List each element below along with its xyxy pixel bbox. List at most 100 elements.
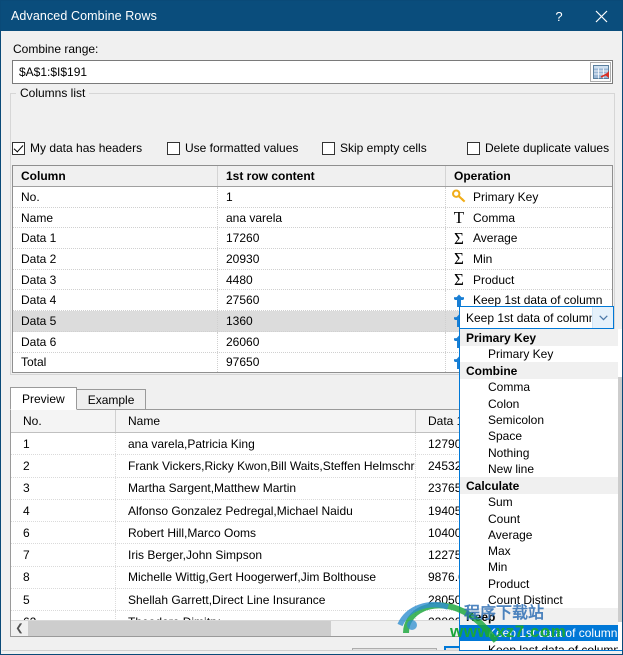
checkbox-skip-empty-cells[interactable]: Skip empty cells bbox=[322, 139, 427, 157]
tab-label: Example bbox=[87, 393, 135, 407]
dropdown-item-comma[interactable]: Comma bbox=[460, 379, 622, 395]
options-checkbox-row: My data has headers Use formatted values… bbox=[12, 139, 612, 159]
cell-column: Data 4 bbox=[13, 290, 218, 311]
close-button[interactable] bbox=[580, 1, 622, 31]
cell-operation[interactable]: Σ Product bbox=[446, 270, 612, 290]
cell-column: Data 1 bbox=[13, 228, 218, 249]
operation-dropdown-list[interactable]: Primary Key Primary Key Combine Comma Co… bbox=[459, 329, 622, 651]
checkbox-label: My data has headers bbox=[30, 141, 143, 155]
cell-first-row-content: 17260 bbox=[218, 228, 446, 249]
dropdown-item-count-distinct[interactable]: Count Distinct bbox=[460, 592, 622, 608]
dialog-window: Advanced Combine Rows ? Combine range: $… bbox=[0, 0, 623, 655]
help-icon: ? bbox=[555, 8, 563, 24]
preview-header-no[interactable]: No. bbox=[11, 410, 116, 432]
checkbox-box-icon bbox=[12, 141, 25, 155]
dropdown-item-product[interactable]: Product bbox=[460, 576, 622, 592]
preview-cell-name: Alfonso Gonzalez Pedregal,Michael Naidu bbox=[116, 499, 416, 522]
cell-first-row-content: ana varela bbox=[218, 207, 446, 228]
table-row[interactable]: No. 1 Primary Key bbox=[13, 187, 612, 208]
table-row[interactable]: Data 2 20930 Σ Min bbox=[13, 249, 612, 270]
dropdown-item-new-line[interactable]: New line bbox=[460, 461, 622, 477]
operation-label: Comma bbox=[473, 210, 516, 225]
sigma-icon: Σ bbox=[454, 270, 464, 290]
dropdown-item-min[interactable]: Min bbox=[460, 559, 622, 575]
chevron-left-icon[interactable]: ❮ bbox=[11, 621, 28, 636]
cell-operation[interactable]: T Comma bbox=[446, 208, 612, 228]
checkbox-delete-duplicate-values[interactable]: Delete duplicate values bbox=[467, 139, 609, 157]
dropdown-item-max[interactable]: Max bbox=[460, 543, 622, 559]
cell-operation[interactable]: Σ Min bbox=[446, 249, 612, 269]
dropdown-item-keep-1st-data-of-column[interactable]: Keep 1st data of column bbox=[460, 625, 622, 642]
operation-label: Average bbox=[473, 231, 518, 246]
cell-column: Name bbox=[13, 207, 218, 228]
cell-operation[interactable]: Σ Average bbox=[446, 228, 612, 248]
checkbox-label: Use formatted values bbox=[185, 141, 299, 155]
preview-cell-no: 1 bbox=[11, 433, 116, 455]
table-row[interactable]: Data 1 17260 Σ Average bbox=[13, 228, 612, 250]
table-row[interactable]: Name ana varela T Comma bbox=[13, 207, 612, 229]
dropdown-group-header: Keep bbox=[460, 608, 622, 626]
checkbox-box-icon bbox=[322, 141, 335, 155]
dropdown-item-nothing[interactable]: Nothing bbox=[460, 444, 622, 460]
preview-cell-no: 5 bbox=[11, 589, 116, 611]
tab-example[interactable]: Example bbox=[75, 389, 147, 410]
checkbox-box-icon bbox=[167, 141, 180, 155]
preview-cell-name: Frank Vickers,Ricky Kwon,Bill Waits,Stef… bbox=[116, 455, 416, 477]
combine-range-label: Combine range: bbox=[13, 42, 99, 56]
range-picker-button[interactable] bbox=[590, 62, 611, 82]
key-icon bbox=[449, 188, 469, 205]
dropdown-item-colon[interactable]: Colon bbox=[460, 396, 622, 412]
checkbox-label: Delete duplicate values bbox=[485, 141, 610, 155]
columns-grid-header: Column 1st row content Operation bbox=[13, 166, 612, 187]
preview-cell-no: 2 bbox=[11, 455, 116, 477]
preview-tabs: Preview Example bbox=[10, 387, 147, 410]
preview-cell-name: Michelle Wittig,Gert Hoogerwerf,Jim Bolt… bbox=[116, 566, 416, 589]
checkbox-my-data-has-headers[interactable]: My data has headers bbox=[12, 139, 142, 157]
dropdown-item-primary-key[interactable]: Primary Key bbox=[460, 346, 622, 362]
preview-cell-name: ana varela,Patricia King bbox=[116, 433, 416, 455]
window-title: Advanced Combine Rows bbox=[11, 9, 157, 23]
scrollbar-thumb[interactable] bbox=[28, 621, 331, 636]
range-picker-icon bbox=[592, 65, 609, 79]
preview-header-name[interactable]: Name bbox=[116, 410, 416, 432]
preview-cell-no: 6 bbox=[11, 522, 116, 544]
operation-combobox[interactable]: Keep 1st data of column bbox=[459, 306, 614, 329]
chevron-down-icon[interactable] bbox=[592, 307, 613, 328]
dropdown-item-sum[interactable]: Sum bbox=[460, 494, 622, 510]
dropdown-item-space[interactable]: Space bbox=[460, 428, 622, 444]
help-button[interactable]: ? bbox=[538, 1, 580, 31]
tab-preview[interactable]: Preview bbox=[10, 387, 77, 410]
dropdown-group-header: Primary Key bbox=[460, 329, 622, 346]
cell-column: Data 5 bbox=[13, 311, 218, 331]
grid-header-column[interactable]: Column bbox=[13, 166, 218, 186]
cell-column: Data 6 bbox=[13, 331, 218, 352]
text-t-icon: T bbox=[453, 208, 465, 228]
cell-column: Total bbox=[13, 352, 218, 372]
dropdown-group-header: Combine bbox=[460, 362, 622, 380]
checkbox-box-icon bbox=[467, 141, 480, 155]
sigma-icon: Σ bbox=[454, 228, 464, 248]
cell-operation[interactable]: Primary Key bbox=[446, 187, 612, 207]
close-icon bbox=[595, 10, 607, 22]
combine-range-field[interactable] bbox=[12, 60, 613, 84]
dropdown-item-keep-last-data-of-column[interactable]: Keep last data of column bbox=[460, 641, 622, 650]
checkbox-use-formatted-values[interactable]: Use formatted values bbox=[167, 139, 298, 157]
cell-first-row-content: 1360 bbox=[218, 311, 446, 331]
dialog-body: Combine range: Columns list bbox=[2, 31, 622, 654]
dropdown-item-semicolon[interactable]: Semicolon bbox=[460, 412, 622, 428]
dropdown-item-count[interactable]: Count bbox=[460, 510, 622, 526]
dropdown-group-header: Calculate bbox=[460, 477, 622, 495]
dropdown-scrollbar[interactable] bbox=[618, 329, 622, 650]
columns-list-group-title: Columns list bbox=[16, 86, 90, 100]
scrollbar-thumb[interactable] bbox=[618, 377, 622, 622]
cell-column: Data 3 bbox=[13, 269, 218, 290]
dropdown-item-average[interactable]: Average bbox=[460, 527, 622, 543]
preview-cell-no: 3 bbox=[11, 477, 116, 499]
combine-range-input[interactable] bbox=[15, 62, 590, 82]
table-row[interactable]: Data 3 4480 Σ Product bbox=[13, 269, 612, 291]
grid-header-operation[interactable]: Operation bbox=[446, 166, 612, 186]
operation-combobox-value: Keep 1st data of column bbox=[466, 310, 592, 325]
grid-header-first-row-content[interactable]: 1st row content bbox=[218, 166, 446, 186]
operation-label: Primary Key bbox=[473, 189, 539, 204]
cell-column: Data 2 bbox=[13, 249, 218, 269]
